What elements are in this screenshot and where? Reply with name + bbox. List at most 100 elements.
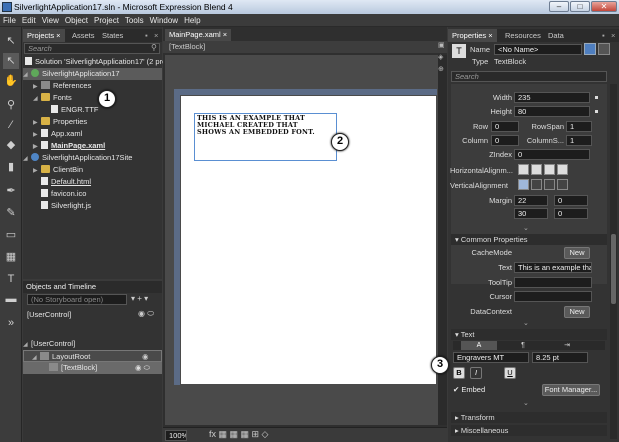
- pan-tool-icon[interactable]: ✋: [3, 73, 19, 89]
- breadcrumb[interactable]: [TextBlock]: [163, 41, 447, 53]
- menu-project[interactable]: Project: [91, 14, 122, 27]
- silverlight-js-node[interactable]: Silverlight.js: [33, 200, 91, 212]
- object-layoutroot[interactable]: ◢ LayoutRoot ◉: [23, 350, 162, 362]
- rowspan-field[interactable]: 1: [566, 121, 592, 132]
- panel-close-icon[interactable]: ×: [150, 29, 162, 42]
- solution-node[interactable]: Solution 'SilverlightApplication17' (2 p…: [25, 56, 166, 68]
- grid-tool-icon[interactable]: ▦: [3, 249, 19, 265]
- selection-tool-icon[interactable]: ↖: [3, 33, 19, 49]
- references-node[interactable]: ▶ References: [33, 80, 91, 92]
- usercontrol-scope[interactable]: [UserControl]: [27, 309, 71, 321]
- datacontext-new-button[interactable]: New: [564, 306, 590, 318]
- properties-scrollbar[interactable]: [610, 84, 617, 439]
- expand-chevron-icon[interactable]: ⌄: [523, 319, 529, 327]
- lock-icon[interactable]: ◉ ⬭: [135, 362, 150, 374]
- name-field[interactable]: <No Name>: [494, 44, 582, 55]
- rectangle-tool-icon[interactable]: ▭: [3, 227, 19, 243]
- transform-section-header[interactable]: ▸ Transform: [451, 412, 607, 423]
- margin-bottom-field[interactable]: 0: [554, 208, 588, 219]
- clientbin-node[interactable]: ▶ ClientBin: [33, 164, 83, 176]
- align-top-icon[interactable]: [518, 179, 529, 190]
- bold-button[interactable]: B: [453, 367, 465, 379]
- close-button[interactable]: ✕: [591, 1, 617, 12]
- paragraph-tab-icon[interactable]: ¶: [505, 341, 541, 350]
- cursor-dropdown[interactable]: [514, 291, 592, 302]
- text-section-header[interactable]: ▾ Text: [451, 329, 607, 340]
- storyboard-picker[interactable]: (No Storyboard open): [27, 294, 127, 305]
- tab-projects[interactable]: Projects ×: [23, 29, 65, 42]
- pen-tool-icon[interactable]: ✒: [3, 183, 19, 199]
- menu-edit[interactable]: Edit: [19, 14, 39, 27]
- app-xaml-node[interactable]: ▶ App.xaml: [33, 128, 82, 140]
- advanced-options-icon[interactable]: [595, 96, 598, 99]
- align-stretch-icon[interactable]: [557, 164, 568, 175]
- common-properties-header[interactable]: ▾ Common Properties: [451, 234, 607, 245]
- align-middle-icon[interactable]: [531, 179, 542, 190]
- direct-selection-tool-icon[interactable]: ↖: [3, 53, 19, 69]
- object-textblock[interactable]: [TextBlock] ◉ ⬭: [23, 362, 162, 374]
- miscellaneous-section-header[interactable]: ▸ Miscellaneous: [451, 425, 607, 436]
- engr-ttf-file[interactable]: ENGR.TTF: [51, 104, 99, 116]
- font-size-dropdown[interactable]: 8.25 pt: [532, 352, 588, 363]
- align-left-icon[interactable]: [518, 164, 529, 175]
- columnspan-field[interactable]: 1: [566, 135, 592, 146]
- tooltip-field[interactable]: [514, 277, 592, 288]
- font-manager-button[interactable]: Font Manager...: [542, 384, 600, 396]
- underline-button[interactable]: U: [504, 367, 516, 379]
- render-effects-icon[interactable]: fx ▦ ▦ ▦ ⊞ ◇: [209, 429, 268, 440]
- align-center-icon[interactable]: [531, 164, 542, 175]
- project-node-site[interactable]: ◢ SilverlightApplication17Site: [23, 152, 132, 164]
- embed-checkbox[interactable]: ✔ Embed: [453, 385, 485, 394]
- projects-search-input[interactable]: Search: [24, 43, 160, 54]
- menu-tools[interactable]: Tools: [122, 14, 147, 27]
- advanced-options-icon[interactable]: [595, 110, 598, 113]
- expand-chevron-icon[interactable]: ⌄: [523, 224, 529, 232]
- eyedropper-tool-icon[interactable]: ⁄: [3, 117, 19, 133]
- tab-assets[interactable]: Assets: [68, 29, 99, 42]
- minimize-button[interactable]: –: [549, 1, 569, 12]
- favicon-node[interactable]: favicon.ico: [33, 188, 86, 200]
- tab-states[interactable]: States: [98, 29, 127, 42]
- cachemode-new-button[interactable]: New: [564, 247, 590, 259]
- gradient-tool-icon[interactable]: ▮: [3, 159, 19, 175]
- align-bottom-icon[interactable]: [544, 179, 555, 190]
- row-field[interactable]: 0: [491, 121, 519, 132]
- menu-help[interactable]: Help: [181, 14, 203, 27]
- fonts-folder-node[interactable]: ◢ Fonts: [33, 92, 72, 104]
- text-field[interactable]: This is an example that...: [514, 262, 592, 273]
- properties-node[interactable]: ▶ Properties: [33, 116, 87, 128]
- paint-bucket-tool-icon[interactable]: ◆: [3, 137, 19, 153]
- zindex-field[interactable]: 0: [514, 149, 590, 160]
- margin-left-field[interactable]: 22: [514, 195, 548, 206]
- tab-resources[interactable]: Resources: [501, 29, 545, 42]
- tab-mainpage-xaml[interactable]: MainPage.xaml ×: [165, 29, 232, 41]
- object-usercontrol[interactable]: ◢ [UserControl]: [23, 338, 162, 350]
- tab-properties[interactable]: Properties ×: [448, 29, 497, 42]
- project-node-silverlight[interactable]: ◢ SilverlightApplication17: [23, 68, 162, 80]
- textblock-selection[interactable]: THIS IS AN EXAMPLE THAT MICHAEL CREATED …: [194, 113, 337, 161]
- indent-tab-icon[interactable]: ⇥: [549, 341, 585, 350]
- zoom-tool-icon[interactable]: ⚲: [3, 97, 19, 113]
- align-right-icon[interactable]: [544, 164, 555, 175]
- margin-top-field[interactable]: 30: [514, 208, 548, 219]
- width-field[interactable]: 235: [514, 92, 590, 103]
- scrollbar-thumb[interactable]: [611, 234, 616, 304]
- panel-close-icon[interactable]: ×: [607, 29, 619, 42]
- events-view-icon[interactable]: [598, 43, 610, 55]
- font-tab-icon[interactable]: A: [461, 341, 497, 350]
- storyboard-menu-icon[interactable]: ▾ + ▾: [131, 294, 148, 303]
- menu-object[interactable]: Object: [62, 14, 91, 27]
- zoom-dropdown[interactable]: 100%: [165, 430, 187, 441]
- menu-window[interactable]: Window: [147, 14, 181, 27]
- tab-data[interactable]: Data: [544, 29, 568, 42]
- menu-file[interactable]: File: [0, 14, 19, 27]
- maximize-button[interactable]: □: [570, 1, 590, 12]
- properties-view-icon[interactable]: [584, 43, 596, 55]
- pencil-tool-icon[interactable]: ✎: [3, 205, 19, 221]
- font-family-dropdown[interactable]: Engravers MT: [453, 352, 529, 363]
- height-field[interactable]: 80: [514, 106, 590, 117]
- view-mode-icons[interactable]: ▣ ◈ ⊕: [438, 40, 446, 76]
- default-html-node[interactable]: Default.html: [33, 176, 91, 188]
- properties-search-input[interactable]: Search: [451, 71, 607, 82]
- expand-chevron-icon[interactable]: ⌄: [523, 399, 529, 407]
